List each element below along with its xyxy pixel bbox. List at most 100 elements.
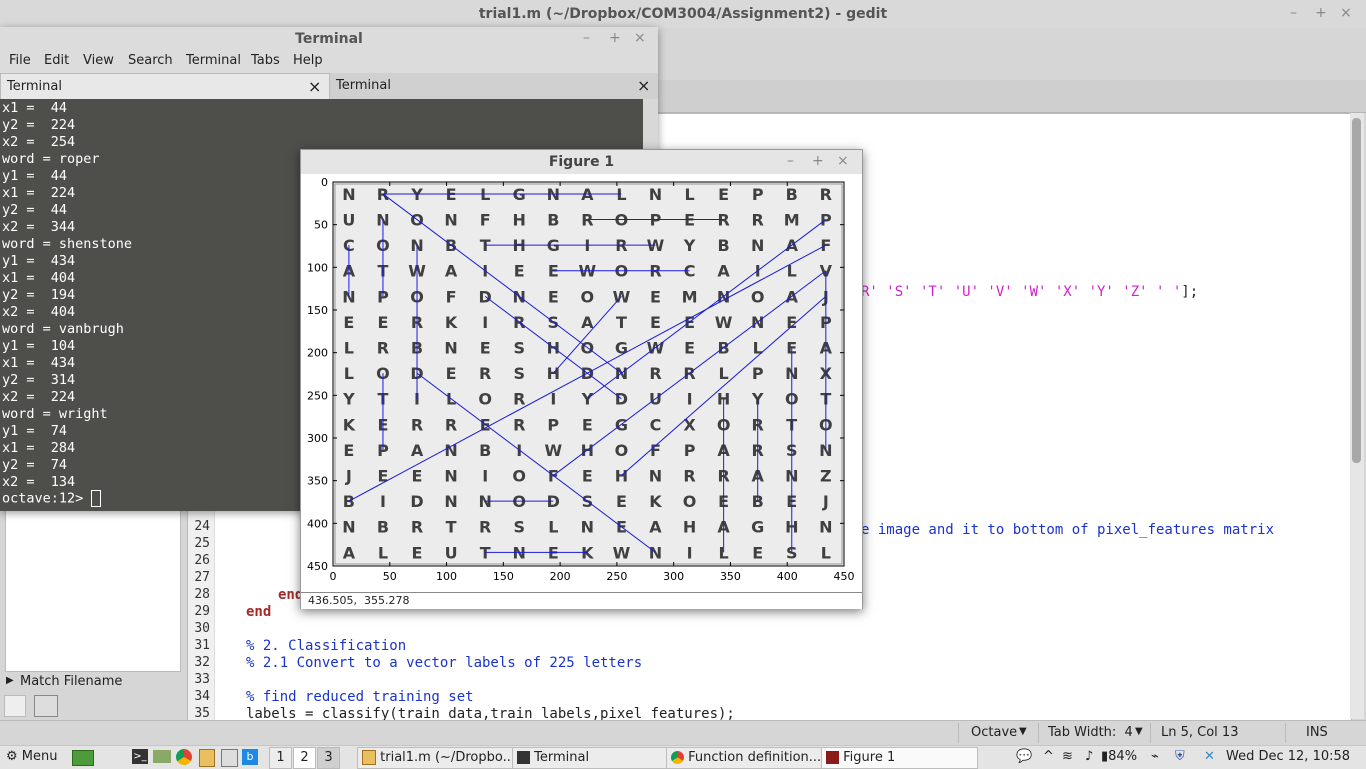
- grid-letter: R: [445, 415, 457, 434]
- expander-icon[interactable]: ▶: [6, 675, 14, 686]
- wifi-icon[interactable]: ≋: [1062, 747, 1073, 767]
- tab-width-selector[interactable]: Tab Width: 4 ▼: [1038, 723, 1149, 743]
- line-number: 29: [194, 604, 210, 619]
- menu-edit[interactable]: Edit: [44, 53, 69, 68]
- terminal-launcher-icon[interactable]: >_: [132, 749, 148, 764]
- grid-letter: E: [343, 313, 354, 332]
- grid-letter: L: [821, 543, 831, 562]
- grid-letter: O: [751, 287, 765, 306]
- x-tick-label: 200: [550, 570, 571, 583]
- close-icon[interactable]: ×: [837, 153, 849, 169]
- figure-window: Figure 1 – + × NRYELGNALNLEPBRUNONFHBROP…: [300, 149, 863, 609]
- menu-tabs[interactable]: Tabs: [251, 53, 280, 68]
- taskbar-window-figure[interactable]: Figure 1: [821, 747, 978, 769]
- grid-letter: B: [377, 518, 389, 537]
- grid-letter: B: [786, 185, 798, 204]
- file-browser-icon[interactable]: [34, 695, 58, 717]
- close-tab-icon[interactable]: ×: [637, 73, 650, 98]
- terminal-title: Terminal: [295, 31, 363, 47]
- shield-icon[interactable]: ⛨: [1175, 747, 1185, 767]
- figure-plot[interactable]: NRYELGNALNLEPBRUNONFHBROPERRMPCONBTHGIRW…: [301, 174, 862, 592]
- minimize-icon[interactable]: –: [1290, 5, 1297, 21]
- maximize-icon[interactable]: +: [812, 153, 824, 169]
- grid-letter: R: [377, 339, 389, 358]
- menu-view[interactable]: View: [83, 53, 114, 68]
- x-tick-label: 450: [834, 570, 855, 583]
- show-desktop-icon[interactable]: [72, 750, 94, 766]
- gear-icon: ⚙: [6, 749, 18, 764]
- y-tick-label: 50: [314, 219, 328, 232]
- close-icon[interactable]: ×: [1340, 5, 1352, 21]
- close-tab-icon[interactable]: ×: [308, 74, 321, 99]
- dropdown-icon: ▼: [1135, 726, 1143, 737]
- maximize-icon[interactable]: +: [609, 30, 621, 46]
- update-icon[interactable]: ✕: [1204, 747, 1215, 767]
- maximize-icon[interactable]: +: [1315, 5, 1327, 21]
- language-selector[interactable]: Octave ▼: [958, 723, 1035, 743]
- file-browser-list[interactable]: [5, 510, 181, 672]
- menu-help[interactable]: Help: [293, 53, 323, 68]
- scrollbar-thumb[interactable]: [1352, 118, 1361, 463]
- code-line: % 2.1 Convert to a vector labels of 225 …: [246, 655, 643, 671]
- menu-file[interactable]: File: [9, 53, 31, 68]
- grid-letter: B: [547, 211, 559, 230]
- grid-letter: U: [445, 543, 458, 562]
- clock[interactable]: Wed Dec 12, 10:58: [1226, 747, 1350, 767]
- workspace-3[interactable]: 3: [317, 747, 340, 769]
- start-menu-button[interactable]: ⚙ Menu: [6, 747, 58, 767]
- b-launcher-icon[interactable]: b: [242, 749, 258, 765]
- terminal-line: x1 = 44: [2, 100, 68, 116]
- language-label: Octave: [971, 725, 1018, 740]
- grid-letter: L: [480, 185, 490, 204]
- workspace-1[interactable]: 1: [269, 747, 292, 769]
- line-number: 27: [194, 570, 210, 585]
- grid-letter: Y: [581, 390, 594, 409]
- tab-width-label: Tab Width: 4: [1048, 725, 1133, 740]
- menu-terminal[interactable]: Terminal: [186, 53, 241, 68]
- grid-letter: Y: [342, 390, 355, 409]
- grid-letter: X: [683, 415, 696, 434]
- terminal-prompt[interactable]: octave:12>: [2, 490, 102, 507]
- grid-letter: J: [822, 492, 829, 511]
- grid-letter: P: [547, 415, 559, 434]
- grid-letter: R: [513, 415, 525, 434]
- battery-indicator[interactable]: ▮84%: [1101, 747, 1137, 767]
- grid-letter: E: [718, 185, 729, 204]
- terminal-line: x2 = 254: [2, 134, 76, 150]
- grid-letter: U: [342, 211, 355, 230]
- menu-search[interactable]: Search: [128, 53, 173, 68]
- chrome-launcher-icon[interactable]: [176, 749, 192, 765]
- match-filename-label[interactable]: Match Filename: [20, 674, 122, 689]
- close-icon[interactable]: ×: [634, 30, 646, 46]
- calculator-launcher-icon[interactable]: [221, 749, 238, 767]
- terminal-tab-active[interactable]: Terminal ×: [0, 73, 330, 100]
- grid-letter: M: [682, 287, 698, 306]
- grid-letter: L: [548, 518, 558, 537]
- files-launcher-icon[interactable]: [153, 750, 171, 763]
- grid-letter: E: [582, 415, 593, 434]
- chevron-up-icon[interactable]: ^: [1043, 747, 1054, 767]
- taskbar-window-gedit[interactable]: trial1.m (~/Dropbo...: [357, 747, 515, 769]
- grid-letter: E: [548, 287, 559, 306]
- minimize-icon[interactable]: –: [583, 30, 590, 46]
- workspace-2[interactable]: 2: [293, 747, 316, 769]
- grid-letter: S: [513, 339, 525, 358]
- grid-letter: L: [344, 339, 354, 358]
- notifications-icon[interactable]: 💬: [1016, 747, 1032, 767]
- documents-icon[interactable]: [4, 695, 26, 717]
- pointer-coords: 436.505, 355.278: [308, 594, 410, 607]
- grid-letter: E: [650, 287, 661, 306]
- terminal-line: x1 = 404: [2, 270, 76, 286]
- minimize-icon[interactable]: –: [787, 153, 794, 169]
- terminal-tab[interactable]: Terminal ×: [330, 73, 656, 98]
- terminal-line: word = vanbrugh: [2, 321, 124, 337]
- terminal-line: y2 = 224: [2, 117, 76, 133]
- terminal-line: x1 = 284: [2, 440, 76, 456]
- taskbar-window-terminal[interactable]: Terminal: [512, 747, 668, 769]
- y-tick-label: 300: [307, 432, 328, 445]
- usb-icon[interactable]: ⌁: [1151, 747, 1159, 767]
- grid-letter: I: [380, 492, 386, 511]
- volume-icon[interactable]: ♪: [1085, 747, 1093, 767]
- text-editor-launcher-icon[interactable]: [199, 749, 215, 767]
- taskbar-window-chrome[interactable]: Function definition...: [666, 747, 823, 769]
